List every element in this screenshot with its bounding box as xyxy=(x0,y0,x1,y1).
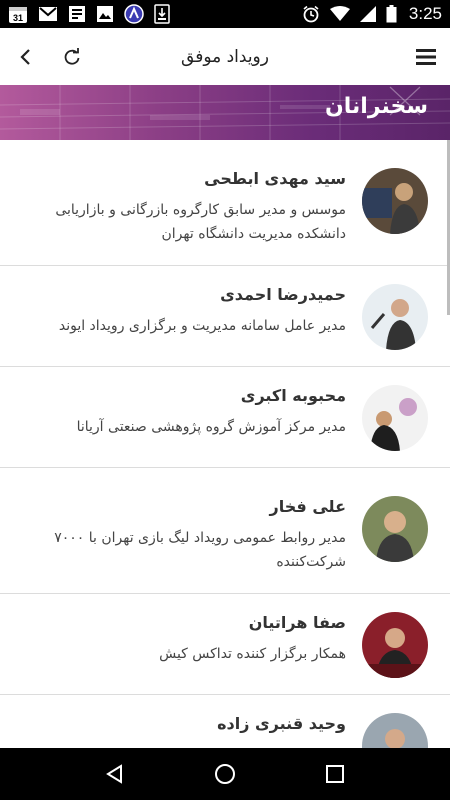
speaker-name: سید مهدی ابطحی xyxy=(204,169,346,188)
list-item[interactable]: سید مهدی ابطحی موسس و مدیر سابق کارگروه … xyxy=(0,140,450,266)
nav-back-icon[interactable] xyxy=(95,754,135,794)
avatar xyxy=(362,284,428,350)
speaker-description: موسس و مدیر سابق کارگروه بازرگانی و بازا… xyxy=(55,202,346,242)
gmail-icon xyxy=(38,5,58,23)
app-bar: رویداد موفق xyxy=(0,28,450,85)
wifi-icon xyxy=(329,6,350,22)
speaker-info: صفا هراتیان همکار برگزار کننده تداکس کیش xyxy=(30,612,346,666)
calendar-icon: 31 xyxy=(8,4,28,24)
app-bar-actions xyxy=(14,45,84,69)
nav-recents-icon[interactable] xyxy=(315,754,355,794)
list-item[interactable]: علی فخار مدیر روابط عمومی رویداد لیگ باز… xyxy=(0,468,450,594)
speaker-description: مدیر عامل سامانه مدیریت و برگزاری رویداد… xyxy=(58,318,346,334)
download-icon xyxy=(154,4,170,24)
speaker-description: مدیر روابط عمومی رویداد لیگ بازی تهران ب… xyxy=(54,530,346,570)
speaker-description: مدیر مرکز آموزش گروه پژوهشی صنعتی آریانا xyxy=(76,419,346,435)
status-time: 3:25 xyxy=(408,4,442,23)
speaker-info: علی فخار مدیر روابط عمومی رویداد لیگ باز… xyxy=(30,496,346,574)
speaker-name: علی فخار xyxy=(269,497,346,516)
avatar xyxy=(362,168,428,234)
speaker-info: وحید قنبری زاده xyxy=(30,713,346,743)
speaker-name: محبوبه اکبری xyxy=(240,386,346,405)
refresh-icon[interactable] xyxy=(60,45,84,69)
status-bar-system: 3:25 xyxy=(302,4,442,24)
list-item[interactable]: وحید قنبری زاده xyxy=(0,695,450,748)
nav-home-icon[interactable] xyxy=(205,754,245,794)
speaker-name: صفا هراتیان xyxy=(248,613,346,632)
speaker-name: وحید قنبری زاده xyxy=(217,714,346,733)
speaker-description: همکار برگزار کننده تداکس کیش xyxy=(159,646,346,662)
avatar xyxy=(362,385,428,451)
avatar xyxy=(362,496,428,562)
section-banner: سخنرانان xyxy=(0,85,450,140)
status-bar-notifications: 31 xyxy=(8,4,170,24)
app-badge-icon xyxy=(124,4,144,24)
avatar xyxy=(362,713,428,748)
app-screen: 31 3:25 رویداد موفق سخنرانان سید مهدی اب… xyxy=(0,0,450,800)
list-item[interactable]: محبوبه اکبری مدیر مرکز آموزش گروه پژوهشی… xyxy=(0,367,450,468)
avatar xyxy=(362,612,428,678)
speaker-info: محبوبه اکبری مدیر مرکز آموزش گروه پژوهشی… xyxy=(30,385,346,439)
signal-icon xyxy=(359,6,376,22)
list-item[interactable]: صفا هراتیان همکار برگزار کننده تداکس کیش xyxy=(0,594,450,695)
speaker-info: سید مهدی ابطحی موسس و مدیر سابق کارگروه … xyxy=(30,168,346,246)
speaker-list[interactable]: سید مهدی ابطحی موسس و مدیر سابق کارگروه … xyxy=(0,140,450,748)
calendar-day: 31 xyxy=(13,13,23,23)
alarm-icon xyxy=(302,5,320,23)
battery-icon xyxy=(386,5,397,23)
list-item[interactable]: حمیدرضا احمدی مدیر عامل سامانه مدیریت و … xyxy=(0,266,450,367)
system-nav-bar xyxy=(0,748,450,800)
speaker-info: حمیدرضا احمدی مدیر عامل سامانه مدیریت و … xyxy=(30,284,346,338)
news-icon xyxy=(68,5,86,23)
status-bar: 31 3:25 xyxy=(0,0,450,28)
image-icon xyxy=(96,5,114,23)
back-arrow-icon[interactable] xyxy=(14,45,38,69)
speaker-name: حمیدرضا احمدی xyxy=(220,285,346,304)
menu-icon[interactable] xyxy=(414,45,438,69)
section-title: سخنرانان xyxy=(325,94,428,119)
